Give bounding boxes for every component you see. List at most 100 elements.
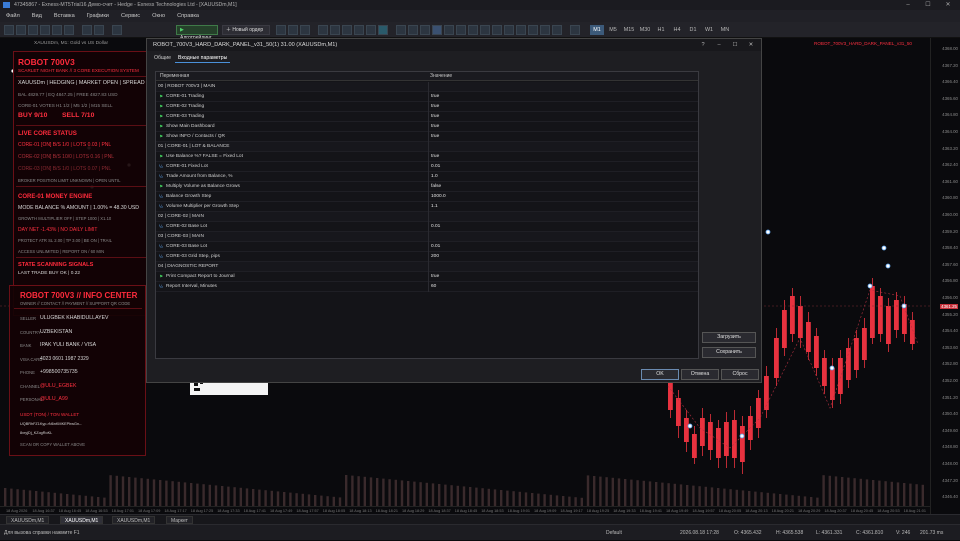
dialog-close-icon[interactable]: ✕ [743, 39, 759, 51]
zoom-out-icon[interactable] [342, 25, 352, 35]
parameter-value[interactable]: true [428, 272, 439, 282]
autoscroll-icon[interactable] [366, 25, 376, 35]
profiles-icon[interactable] [16, 25, 26, 35]
crosshair-icon[interactable] [432, 25, 442, 35]
parameter-row[interactable]: ⚑ Multiply Volume as Balance Grows false [156, 182, 698, 192]
gann-icon[interactable] [570, 25, 580, 35]
dialog-minimize-icon[interactable]: – [711, 39, 727, 51]
parameter-value[interactable]: 0.01 [428, 162, 440, 172]
tab-inputs[interactable]: Входные параметры [175, 54, 231, 63]
parameter-value[interactable]: true [428, 122, 439, 132]
parameter-value[interactable]: true [428, 102, 439, 112]
parameter-value[interactable]: false [428, 182, 441, 192]
wallet-line-1[interactable]: UQBRhFZ1Kyp-rN6nKMKEPhwGn-- [20, 422, 82, 426]
parameter-row[interactable]: ½ CORE-03 Grid Step, pips 200 [156, 252, 698, 262]
timeframe-W1[interactable]: W1 [702, 25, 716, 35]
parameter-row[interactable]: ½ Balance Growth Step 1000.0 [156, 192, 698, 202]
parameter-value[interactable]: 1.1 [428, 202, 438, 212]
horizontal-line-icon[interactable] [456, 25, 466, 35]
dashboard-panel[interactable]: ROBOT 700V3 SCARLET NIGHT BANK // 3 CORE… [13, 51, 150, 316]
info-value[interactable]: @ULU_A99 [40, 396, 68, 402]
tile-windows-icon[interactable] [354, 25, 364, 35]
timeframe-D1[interactable]: D1 [686, 25, 700, 35]
parameter-value[interactable]: 0.01 [428, 242, 440, 252]
chart-shift-icon[interactable] [300, 25, 310, 35]
dialog-maximize-icon[interactable]: ☐ [727, 39, 743, 51]
wallet-line-2[interactable]: 8xryjDj_KZogRoKL [20, 431, 52, 435]
parameter-value[interactable]: 0.01 [428, 222, 440, 232]
parameter-row[interactable]: ⚑ CORE-01 Trading true [156, 92, 698, 102]
new-chart-icon[interactable] [4, 25, 14, 35]
buy-sell-icon[interactable] [276, 25, 286, 35]
text-tool-icon[interactable] [504, 25, 514, 35]
menu-6[interactable]: Справка [177, 13, 199, 19]
info-value[interactable]: @ULU_EGBEK [40, 383, 76, 389]
tab-common[interactable]: Общие [151, 54, 174, 63]
menu-3[interactable]: Графики [87, 13, 109, 19]
parameter-row[interactable]: ½ Trade Amount from Balance, % 1.0 [156, 172, 698, 182]
algo-trading-button[interactable]: ▶ Алготрейдинг [176, 25, 218, 41]
templates-icon[interactable] [408, 25, 418, 35]
parameter-row[interactable]: ½ Volume Multiplier per Growth Step 1.1 [156, 202, 698, 212]
ide-icon[interactable] [82, 25, 92, 35]
minimize-icon[interactable]: – [898, 0, 918, 10]
shapes-icon[interactable] [516, 25, 526, 35]
menu-2[interactable]: Вставка [54, 13, 75, 19]
parameter-row[interactable]: ⚑ Print Compact Report to Journal true [156, 272, 698, 282]
price-axis[interactable]: 4368.00 4367.20 4366.40 4365.60 4364.80 4364.… [930, 38, 960, 514]
parameter-section-row[interactable]: 03 | CORE-03 | MAIN [156, 232, 698, 242]
toolbox-icon[interactable] [52, 25, 62, 35]
arrows-icon[interactable] [528, 25, 538, 35]
indicators-icon[interactable] [396, 25, 406, 35]
parameter-value[interactable]: 200 [428, 252, 439, 262]
menu-1[interactable]: Вид [32, 13, 42, 19]
column-value-header[interactable]: Значение [430, 72, 452, 81]
parameter-section-row[interactable]: 02 | CORE-02 | MAIN [156, 212, 698, 222]
menu-4[interactable]: Сервис [121, 13, 140, 19]
chart-tab[interactable]: XAUUSDm,M1 [112, 516, 156, 524]
help-icon[interactable]: ? [695, 39, 711, 51]
parameter-value[interactable]: true [428, 92, 439, 102]
chart-tab[interactable]: XAUUSDm,M1 [60, 516, 104, 524]
chart-tab[interactable]: Маркет [166, 516, 193, 524]
vertical-line-icon[interactable] [444, 25, 454, 35]
favorites-icon[interactable] [112, 25, 122, 35]
parameter-row[interactable]: ⚑ Show Main Dashboard true [156, 122, 698, 132]
timeframe-H4[interactable]: H4 [670, 25, 684, 35]
parameters-table[interactable]: Переменная Значение 00 | ROBOT 700V3 | M… [155, 71, 699, 359]
parameter-value[interactable]: true [428, 112, 439, 122]
parameter-row[interactable]: ½ Report Interval, Minutes 60 [156, 282, 698, 292]
timeframe-M30[interactable]: M30 [638, 25, 652, 35]
timeframe-H1[interactable]: H1 [654, 25, 668, 35]
parameter-value[interactable]: true [428, 152, 439, 162]
zoom-in-icon[interactable] [330, 25, 340, 35]
parameter-row[interactable]: ⚑ Show INFO / Contacts / QR true [156, 132, 698, 142]
parameter-section-row[interactable]: 01 | CORE-01 | LOT & BALANCE [156, 142, 698, 152]
parameter-row[interactable]: ⚑ CORE-03 Trading true [156, 112, 698, 122]
periods-icon[interactable] [420, 25, 430, 35]
chart-tab[interactable]: XAUUSDm,M1 [6, 516, 50, 524]
close-icon[interactable]: ✕ [938, 0, 958, 10]
depth-of-market-icon[interactable] [288, 25, 298, 35]
strategy-tester-icon[interactable] [64, 25, 74, 35]
channel-icon[interactable] [480, 25, 490, 35]
parameter-row[interactable]: ½ CORE-02 Base Lot 0.01 [156, 222, 698, 232]
profile-name[interactable]: Default [606, 525, 622, 541]
parameter-value[interactable]: true [428, 132, 439, 142]
save-button[interactable]: Сохранить [702, 347, 756, 358]
parameter-value[interactable]: 1000.0 [428, 192, 446, 202]
parameter-value[interactable]: 1.0 [428, 172, 438, 182]
new-order-button[interactable]: ＋ Новый ордер [222, 25, 270, 35]
cancel-button[interactable]: Отмена [681, 369, 719, 380]
parameter-row[interactable]: ⚑ CORE-02 Trading true [156, 102, 698, 112]
timeframe-M1[interactable]: M1 [590, 25, 604, 35]
parameter-row[interactable]: ½ CORE-03 Base Lot 0.01 [156, 242, 698, 252]
parameter-row[interactable]: ⚑ Use Balance %? FALSE = Fixed Lot true [156, 152, 698, 162]
reset-button[interactable]: Сброс [721, 369, 759, 380]
timeframe-M5[interactable]: M5 [606, 25, 620, 35]
fibonacci-icon[interactable] [492, 25, 502, 35]
market-watch-icon[interactable] [28, 25, 38, 35]
menu-5[interactable]: Окно [152, 13, 165, 19]
trend-line-icon[interactable] [468, 25, 478, 35]
terminal-icon[interactable] [94, 25, 104, 35]
